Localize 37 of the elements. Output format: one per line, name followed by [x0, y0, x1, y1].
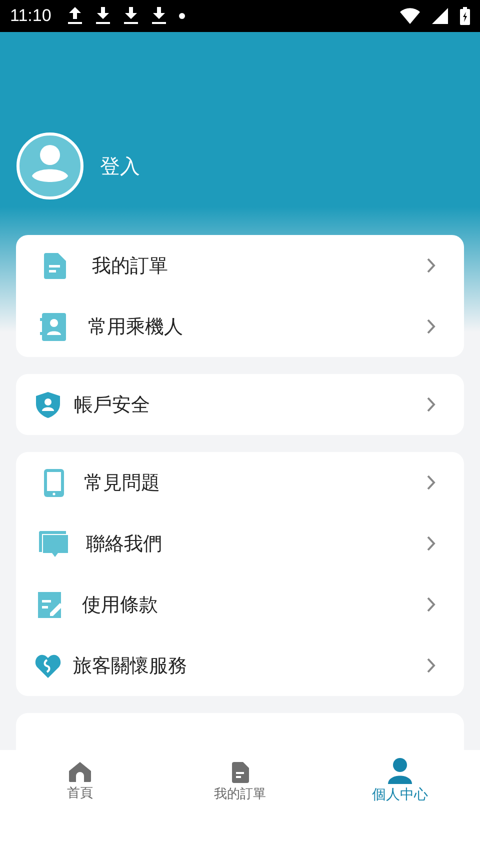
signal-icon [432, 8, 448, 24]
menu-item[interactable]: 常用乘機人 [88, 314, 405, 340]
person-icon [388, 758, 412, 784]
chat-icon [38, 530, 68, 556]
nav-tab[interactable]: 首頁 [0, 750, 160, 803]
download-icon [123, 7, 140, 25]
menu-item[interactable]: 帳戶安全 [74, 392, 413, 418]
heart-icon [35, 654, 61, 678]
menu-item[interactable]: 聯絡我們 [86, 530, 409, 556]
edit-icon [38, 592, 64, 618]
chevron-right-icon [427, 319, 436, 334]
download-icon [95, 7, 112, 25]
menu-item[interactable]: 使用條款 [82, 592, 409, 618]
chevron-right-icon [427, 658, 436, 673]
home-icon [69, 762, 91, 782]
status-time: 11:10 [10, 6, 52, 26]
notification-dot-icon [179, 13, 186, 19]
phone-icon [44, 468, 64, 496]
contact-card-icon [40, 312, 66, 340]
battery-icon [460, 7, 470, 25]
document-icon [44, 252, 66, 278]
shield-icon [36, 392, 60, 418]
menu-item[interactable]: 常見問題 [84, 470, 407, 496]
download-icon [151, 7, 168, 25]
avatar-icon[interactable] [16, 132, 84, 200]
nav-tab[interactable]: 我的訂單 [160, 750, 320, 804]
chevron-right-icon [427, 258, 436, 273]
document-icon [232, 762, 248, 783]
upload-icon [67, 7, 84, 25]
chevron-right-icon [427, 597, 436, 612]
wifi-icon [400, 8, 420, 24]
menu-item[interactable]: 旅客關懷服務 [73, 652, 415, 678]
menu-item[interactable]: 我的訂單 [92, 252, 401, 278]
chevron-right-icon [427, 475, 436, 490]
nav-tab[interactable]: 個人中心 [320, 750, 480, 805]
chevron-right-icon [427, 536, 436, 551]
chevron-right-icon [427, 397, 436, 412]
